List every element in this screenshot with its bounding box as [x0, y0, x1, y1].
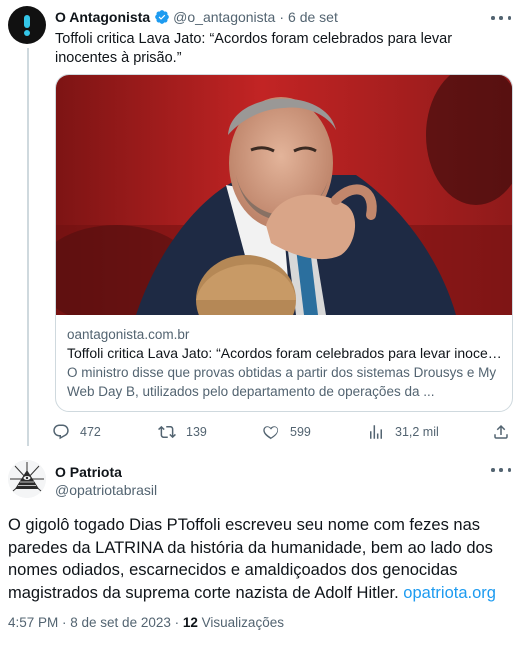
like-button[interactable]: 599: [262, 420, 311, 444]
timestamp[interactable]: 4:57 PM · 8 de set de 2023 ·: [8, 615, 183, 630]
views-icon: [370, 425, 382, 439]
tweet-text: Toffoli critica Lava Jato: “Acordos fora…: [55, 31, 453, 66]
card-domain: oantagonista.com.br: [67, 327, 190, 342]
exclamation-logo-icon: [24, 15, 30, 36]
tweet-link[interactable]: opatriota.org: [403, 584, 496, 602]
views-label: Visualizações: [201, 615, 284, 630]
link-card[interactable]: oantagonista.com.br Toffoli critica Lava…: [55, 74, 513, 412]
more-icon[interactable]: [491, 462, 511, 478]
like-icon: [263, 426, 279, 440]
more-icon[interactable]: [491, 10, 511, 26]
quoted-tweet[interactable]: O Antagonista @o_antagonista · 6 de set …: [0, 0, 529, 448]
avatar[interactable]: [8, 460, 46, 498]
display-name[interactable]: O Patriota: [55, 463, 122, 481]
card-title: Toffoli critica Lava Jato: “Acordos fora…: [67, 345, 503, 361]
tweet-header: O Antagonista @o_antagonista · 6 de set: [55, 8, 338, 26]
share-button[interactable]: [492, 420, 510, 444]
tweet-date[interactable]: 6 de set: [288, 8, 338, 26]
eye-pyramid-logo-icon: [8, 460, 46, 498]
tweet-meta: 4:57 PM · 8 de set de 2023 · 12 Visualiz…: [8, 614, 284, 632]
tweet-text: O gigolô togado Dias PToffoli escreveu s…: [8, 514, 523, 604]
verified-icon: [155, 10, 169, 24]
share-icon: [494, 424, 508, 439]
reply-count: 472: [80, 425, 101, 439]
handle[interactable]: @o_antagonista: [173, 8, 275, 26]
card-body: oantagonista.com.br Toffoli critica Lava…: [67, 325, 503, 401]
card-photo: [56, 75, 512, 315]
handle[interactable]: @opatriotabrasil: [55, 481, 157, 499]
like-count: 599: [290, 425, 311, 439]
views-count: 31,2 mil: [395, 425, 439, 439]
retweet-count: 139: [186, 425, 207, 439]
views-count: 12: [182, 615, 198, 630]
separator-dot: ·: [279, 9, 285, 25]
retweet-icon: [158, 425, 176, 439]
card-description: O ministro disse que provas obtidas a pa…: [67, 365, 497, 399]
retweet-button[interactable]: 139: [158, 420, 207, 444]
views-button[interactable]: 31,2 mil: [367, 420, 439, 444]
reply-button[interactable]: 472: [52, 420, 101, 444]
display-name[interactable]: O Antagonista: [55, 8, 150, 26]
avatar[interactable]: [8, 6, 46, 44]
reply-icon: [53, 424, 69, 440]
tweet-actions: 472 139 599 31,2 mil: [52, 420, 514, 444]
